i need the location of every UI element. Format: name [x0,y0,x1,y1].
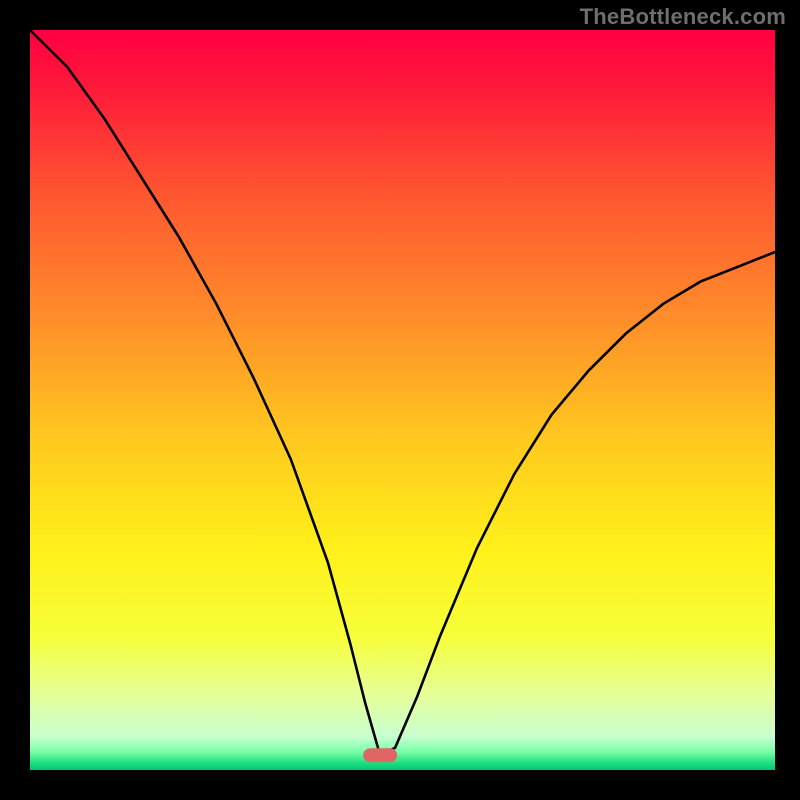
chart-frame: { "watermark": "TheBottleneck.com", "cha… [0,0,800,800]
optimum-marker [363,748,397,762]
bottleneck-chart [0,0,800,800]
plot-background [30,30,775,770]
watermark-text: TheBottleneck.com [580,4,786,30]
